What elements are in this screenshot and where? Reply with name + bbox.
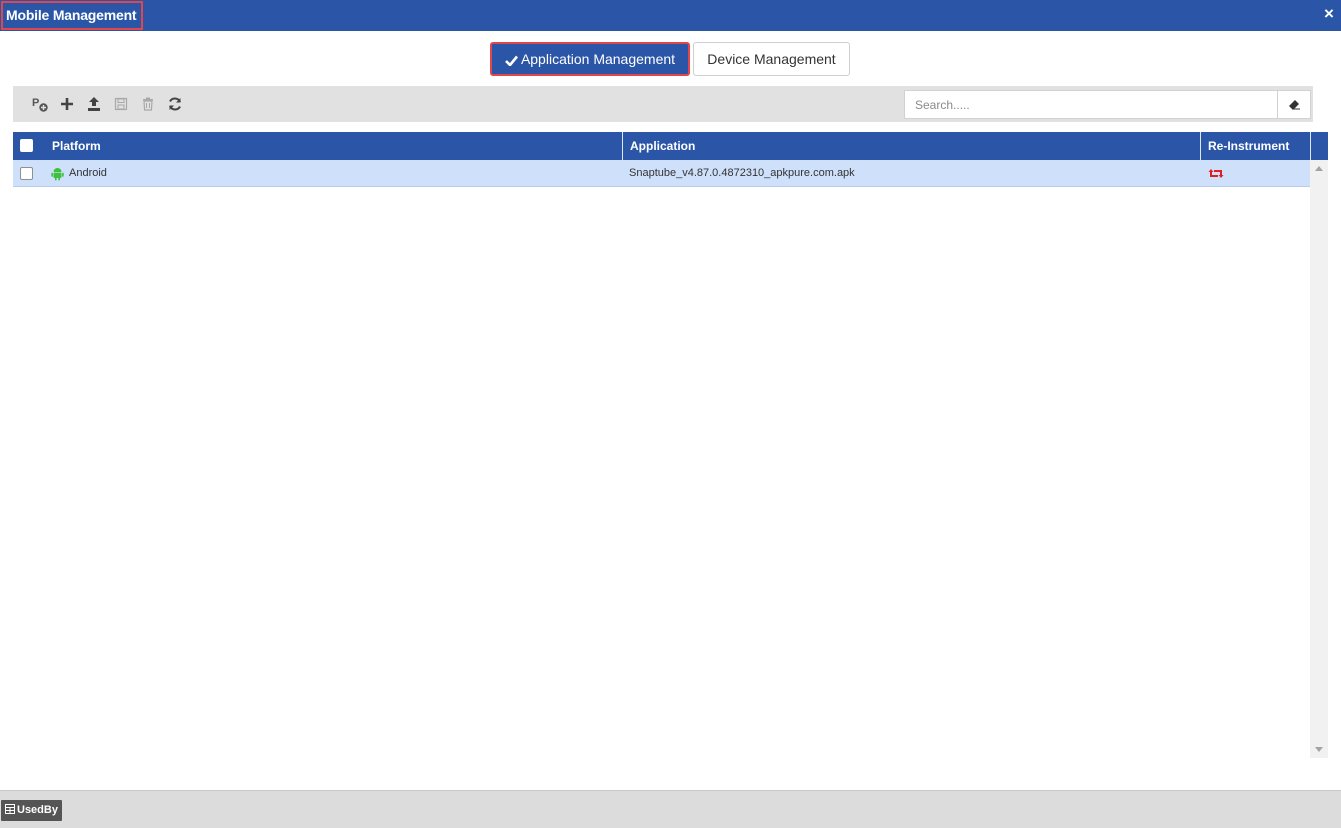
tab-device-management-label: Device Management (707, 51, 836, 67)
table-icon (5, 804, 15, 814)
trash-icon[interactable] (139, 95, 157, 113)
usedby-button[interactable]: UsedBy (1, 800, 62, 821)
tab-application-management-label: Application Management (520, 51, 676, 67)
column-header-reinstrument[interactable]: Re-Instrument (1208, 132, 1289, 160)
platform-name: Android (69, 167, 107, 179)
column-divider[interactable] (1200, 132, 1201, 160)
usedby-label: UsedBy (17, 804, 58, 816)
save-icon[interactable] (112, 95, 130, 113)
tab-application-management[interactable]: Application Management (490, 42, 690, 76)
check-icon (505, 55, 518, 67)
android-icon (51, 167, 64, 181)
eraser-icon (1289, 100, 1300, 110)
retweet-icon[interactable] (1208, 167, 1224, 180)
tab-device-management[interactable]: Device Management (693, 42, 850, 76)
row-checkbox[interactable] (20, 167, 33, 180)
column-divider[interactable] (622, 132, 623, 160)
table-row[interactable]: Android Snaptube_v4.87.0.4872310_apkpure… (13, 160, 1310, 187)
refresh-icon[interactable] (166, 95, 184, 113)
grid-header: Platform Application Re-Instrument (13, 132, 1328, 160)
window-title: Mobile Management (1, 1, 144, 30)
grid-body: Android Snaptube_v4.87.0.4872310_apkpure… (13, 160, 1328, 758)
column-header-application[interactable]: Application (630, 132, 695, 160)
scroll-up-arrow-icon[interactable] (1315, 166, 1323, 171)
column-header-platform[interactable]: Platform (52, 132, 101, 160)
toolbar: P (13, 86, 1313, 122)
add-platform-icon[interactable]: P (32, 95, 50, 113)
application-name: Snaptube_v4.87.0.4872310_apkpure.com.apk (629, 167, 855, 179)
vertical-scrollbar[interactable] (1310, 160, 1328, 758)
title-bar: Mobile Management × (0, 0, 1341, 31)
svg-text:P: P (32, 97, 39, 109)
scroll-down-arrow-icon[interactable] (1315, 747, 1323, 752)
upload-icon[interactable] (85, 95, 103, 113)
column-divider (1310, 132, 1311, 160)
plus-icon[interactable] (58, 95, 76, 113)
footer-bar: UsedBy (0, 790, 1341, 828)
clear-search-button[interactable] (1277, 90, 1311, 119)
close-button[interactable]: × (1321, 4, 1337, 24)
select-all-checkbox[interactable] (20, 139, 33, 152)
search-input[interactable] (904, 90, 1278, 119)
